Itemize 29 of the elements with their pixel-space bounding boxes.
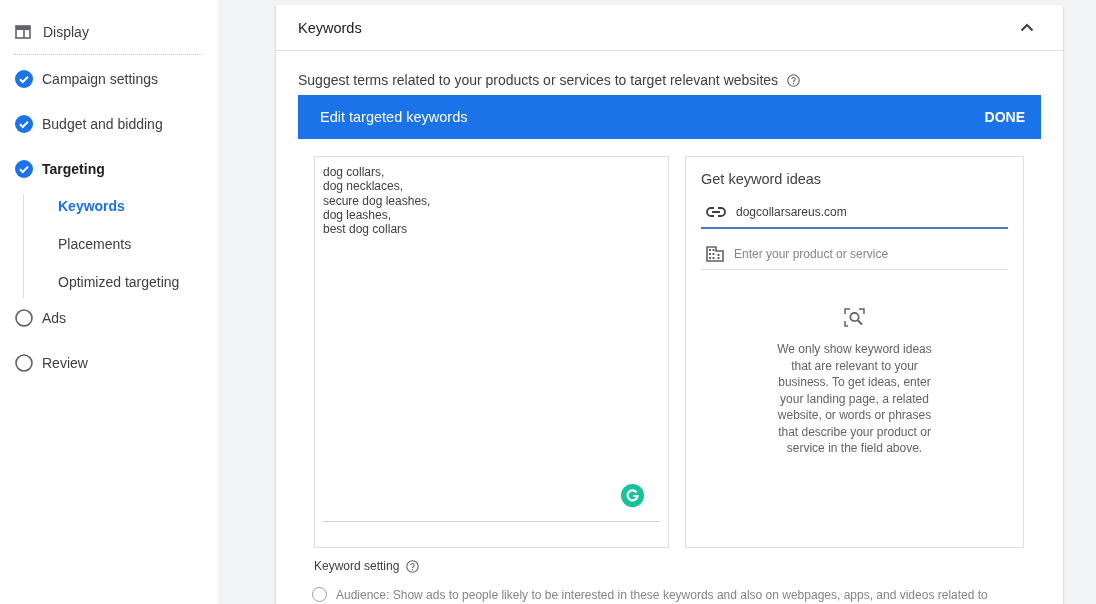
panel-title: Get keyword ideas xyxy=(701,171,823,187)
campaign-type-label: Display xyxy=(43,24,89,40)
building-icon xyxy=(706,246,724,262)
card-title: Keywords xyxy=(298,19,362,36)
step-item[interactable]: Review xyxy=(0,353,218,373)
step-item[interactable]: Ads xyxy=(0,308,218,328)
grammar-assistant-icon xyxy=(621,484,644,507)
help-icon xyxy=(406,559,420,573)
info-message: We only show keyword ideas that are relevant to your business. To get ideas, enter your landing page, a related website, or words or phrases that describe your product or service in the field above. xyxy=(776,341,933,457)
sub-step-item[interactable]: Placements xyxy=(58,236,218,256)
sub-step-item[interactable]: Optimized targeting xyxy=(58,274,218,294)
link-icon xyxy=(706,207,726,217)
input-field[interactable]: dogcollarsareus.com xyxy=(736,205,1008,219)
search-page-icon xyxy=(844,308,865,327)
step-item[interactable]: Campaign settings xyxy=(0,69,218,89)
description-text: Suggest terms related to your products or services to target relevant websites xyxy=(298,72,779,88)
input-field[interactable]: Enter your product or service xyxy=(734,247,1008,261)
help-icon xyxy=(787,73,801,87)
section-label: Keyword setting xyxy=(314,559,400,573)
step-item[interactable]: Targeting xyxy=(0,159,218,179)
layout-icon xyxy=(15,25,31,39)
done-button[interactable]: DONE xyxy=(984,105,1025,129)
step-item[interactable]: Budget and bidding xyxy=(0,114,218,134)
option-label: Audience: Show ads to people likely to be interested in these keywords and also on webpages, apps, and videos related to xyxy=(336,587,988,602)
keywords-text: dog collars, dog necklaces, secure dog leashes, dog leashes, best dog collars xyxy=(323,165,432,239)
keywords-textarea[interactable]: dog collars, dog necklaces, secure dog leashes, dog leashes, best dog collars xyxy=(314,156,669,548)
chevron-up-icon[interactable] xyxy=(1020,23,1034,32)
sub-step-item[interactable]: Keywords xyxy=(58,198,218,218)
editor-title: Edit targeted keywords xyxy=(320,109,468,125)
